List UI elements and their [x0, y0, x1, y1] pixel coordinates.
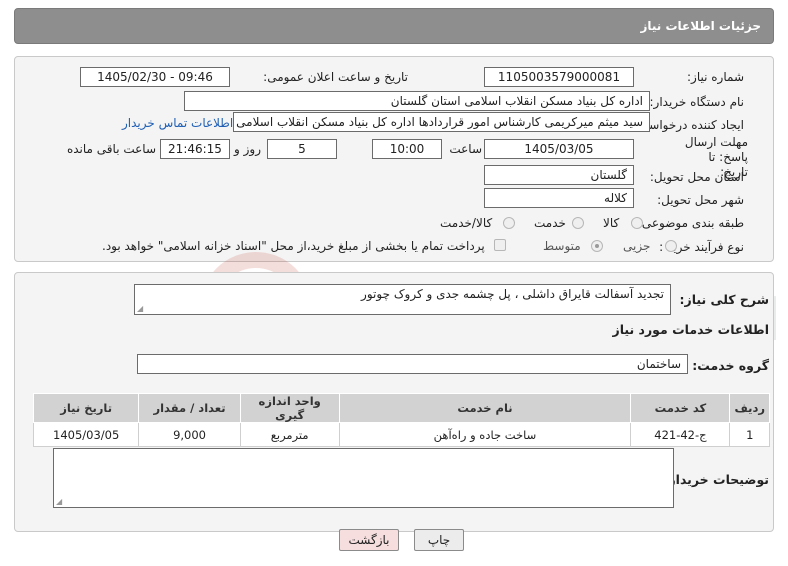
city-label: شهر محل تحویل:: [657, 193, 744, 207]
treasury-payment-note: پرداخت تمام یا بخشی از مبلغ خرید،از محل …: [102, 239, 485, 253]
services-table: ردیف کد خدمت نام خدمت واحد اندازه گیری ت…: [32, 393, 770, 447]
category-option-goods: کالا: [603, 216, 620, 230]
purchase-option-minor: جزیی: [623, 239, 651, 253]
deadline-date-field: 1405/03/05: [484, 139, 634, 159]
summary-label: شرح کلی نیاز:: [679, 292, 769, 307]
category-option-service: خدمت: [534, 216, 566, 230]
remaining-time-label: ساعت باقی مانده: [66, 142, 156, 156]
city-field: کلاله: [484, 188, 634, 208]
table-row: 1 ج-42-421 ساخت جاده و راه‌آهن مترمربع 9…: [32, 422, 770, 447]
buyer-org-field: اداره کل بنیاد مسکن انقلاب اسلامی استان …: [184, 91, 650, 111]
province-label: استان محل تحویل:: [649, 170, 744, 184]
service-group-field: ساختمان: [137, 354, 688, 374]
category-radio-service[interactable]: [572, 217, 584, 229]
province-field: گلستان: [484, 165, 634, 185]
announce-datetime-label: تاریخ و ساعت اعلان عمومی:: [263, 70, 408, 84]
resize-grip-icon[interactable]: ◢: [137, 304, 143, 313]
category-radio-goods[interactable]: [631, 217, 643, 229]
days-label: روز و: [234, 142, 261, 156]
need-number-label: شماره نیاز:: [687, 70, 744, 84]
services-table-header: ردیف کد خدمت نام خدمت واحد اندازه گیری ت…: [32, 393, 770, 423]
buyer-org-label: نام دستگاه خریدار:: [649, 95, 745, 109]
col-quantity: تعداد / مقدار: [138, 393, 241, 423]
cell-need-date: 1405/03/05: [32, 422, 140, 447]
cell-row: 1: [729, 422, 770, 447]
col-unit: واحد اندازه گیری: [239, 393, 340, 423]
creator-label: ایجاد کننده درخواست:: [633, 118, 744, 132]
purchase-option-medium: متوسط: [543, 239, 581, 253]
purchase-radio-minor[interactable]: [665, 240, 677, 252]
buyer-notes-label: توضیحات خریدار:: [663, 472, 769, 487]
cell-service-name: ساخت جاده و راه‌آهن: [338, 422, 632, 447]
summary-text: تجدید آسفالت قایراق داشلی ، پل چشمه جدی …: [361, 287, 664, 301]
deadline-time-field: 10:00: [372, 139, 442, 159]
category-option-goods-service: کالا/خدمت: [440, 216, 493, 230]
purchase-radio-medium[interactable]: [591, 240, 603, 252]
creator-field: سید میثم میرکریمی کارشناس امور قراردادها…: [233, 112, 650, 132]
page-title: جزئیات اطلاعات نیاز: [640, 19, 761, 33]
back-button[interactable]: بازگشت: [339, 529, 399, 551]
deadline-time-label: ساعت: [449, 142, 482, 156]
service-group-label: گروه خدمت:: [692, 358, 769, 373]
cell-service-code: ج-42-421: [630, 422, 731, 447]
remaining-time-field: 21:46:15: [160, 139, 230, 159]
cell-unit: مترمربع: [239, 422, 340, 447]
page-header: جزئیات اطلاعات نیاز: [14, 8, 774, 44]
buyer-notes-textarea: ◢: [53, 448, 674, 508]
resize-grip-icon[interactable]: ◢: [56, 497, 62, 506]
print-button[interactable]: چاپ: [414, 529, 464, 551]
contact-info-link[interactable]: اطلاعات تماس خریدار: [122, 116, 233, 130]
treasury-payment-checkbox[interactable]: [494, 239, 506, 251]
col-row: ردیف: [729, 393, 770, 423]
summary-textarea: تجدید آسفالت قایراق داشلی ، پل چشمه جدی …: [134, 284, 671, 315]
cell-quantity: 9,000: [138, 422, 241, 447]
category-radio-goods-service[interactable]: [503, 217, 515, 229]
need-number-field: 1105003579000081: [484, 67, 634, 87]
col-need-date: تاریخ نیاز: [32, 393, 140, 423]
announce-datetime-field: 1405/02/30 - 09:46: [80, 67, 230, 87]
category-label: طبقه بندی موضوعی:: [637, 216, 744, 230]
col-service-name: نام خدمت: [338, 393, 632, 423]
services-heading: اطلاعات خدمات مورد نیاز: [612, 322, 770, 337]
days-field: 5: [267, 139, 337, 159]
col-service-code: کد خدمت: [630, 393, 731, 423]
